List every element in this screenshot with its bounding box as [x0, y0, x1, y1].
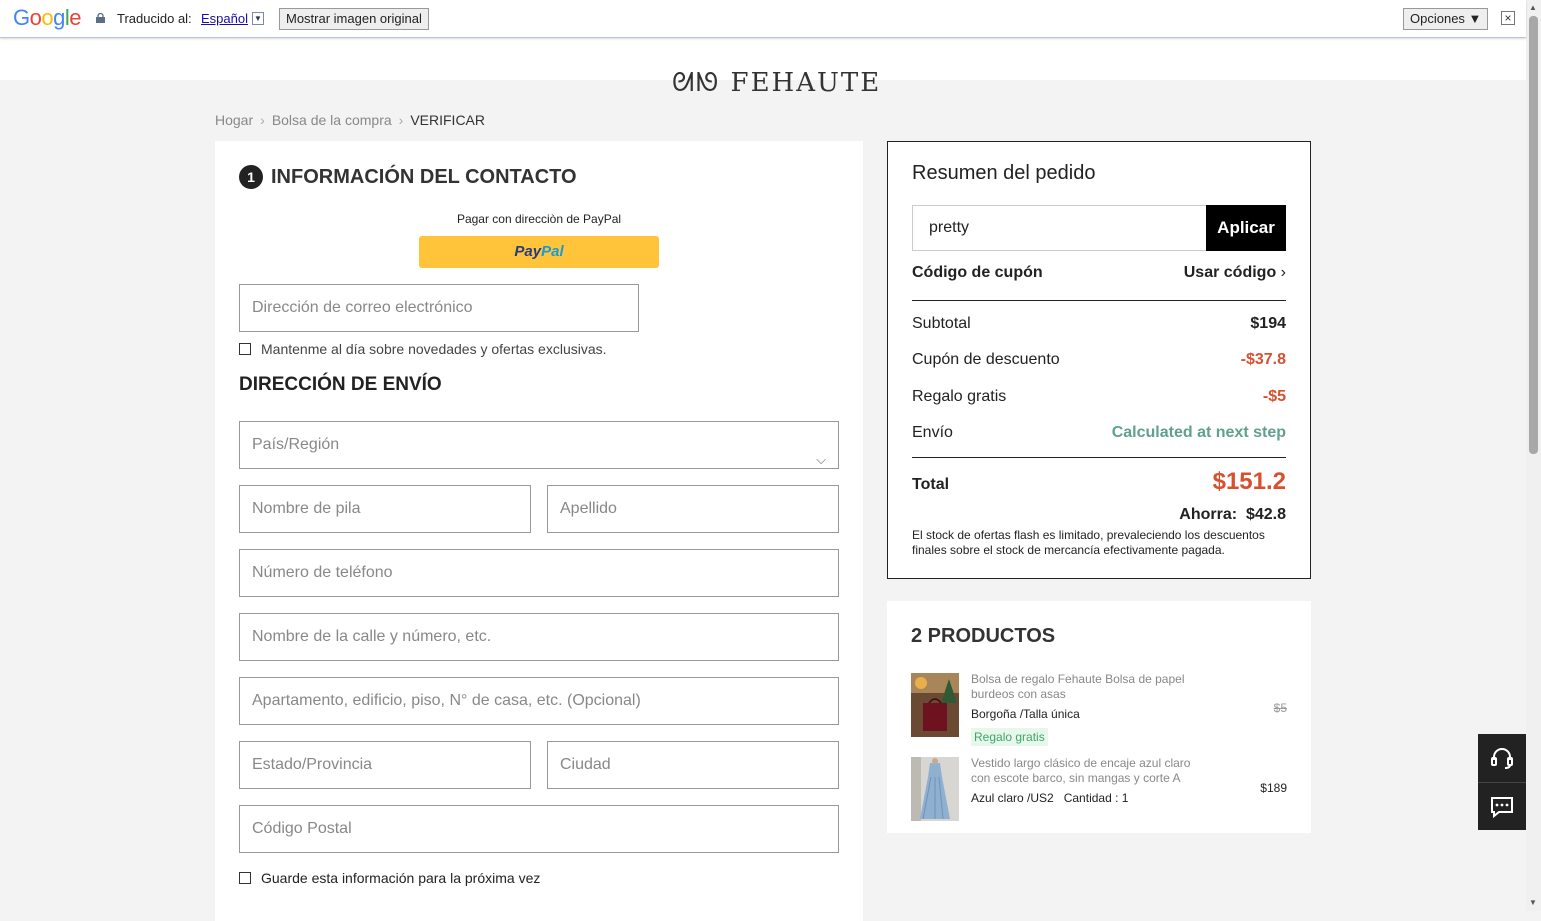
close-icon[interactable]: ×	[1501, 11, 1515, 25]
checkout-form: 1 INFORMACIÓN DEL CONTACTO Pagar con dir…	[215, 141, 863, 921]
breadcrumb-bag[interactable]: Bolsa de la compra	[272, 112, 392, 128]
summary-title: Resumen del pedido	[912, 162, 1096, 184]
save-info-checkbox[interactable]	[239, 872, 251, 884]
language-dropdown-icon[interactable]: ▼	[252, 12, 264, 25]
products-title: 2 PRODUCTOS	[911, 625, 1056, 647]
scrollbar-thumb[interactable]	[1529, 16, 1538, 454]
options-button[interactable]: Opciones ▼	[1403, 8, 1489, 30]
product-price: $5	[1273, 701, 1287, 715]
email-field[interactable]: Dirección de correo electrónico	[239, 284, 639, 332]
stock-note: El stock de ofertas flash es limitado, p…	[912, 528, 1265, 557]
street-field[interactable]: Nombre de la calle y número, etc.	[239, 613, 839, 661]
support-button[interactable]	[1478, 734, 1526, 782]
country-placeholder: País/Región	[252, 436, 340, 453]
paypal-button[interactable]: PayPal	[419, 236, 659, 268]
product-variant: Azul claro /US2 Cantidad : 1	[971, 791, 1128, 805]
use-code-label: Usar código	[1183, 264, 1277, 281]
scroll-up-icon[interactable]: ▲	[1529, 3, 1537, 12]
headset-icon	[1491, 748, 1513, 769]
coupon-label: Código de cupón	[912, 264, 1043, 281]
subtotal-label: Subtotal	[912, 315, 971, 332]
chevron-down-icon: ⌵	[816, 452, 826, 467]
shipping-label: Envío	[912, 424, 953, 441]
savings-label: Ahorra:	[1179, 506, 1238, 523]
site-logo[interactable]: ᘛᘚ FEHAUTE	[672, 68, 881, 99]
product-name[interactable]: Vestido largo clásico de encaje azul cla…	[971, 756, 1201, 786]
last-name-field[interactable]: Apellido	[547, 485, 839, 533]
site-header: ᘛᘚ FEHAUTE	[0, 38, 1526, 98]
breadcrumb-separator: ›	[260, 112, 265, 128]
shipping-value: Calculated at next step	[1111, 424, 1286, 441]
paypal-logo-pal: Pal	[541, 243, 564, 260]
free-gift-badge: Regalo gratis	[971, 728, 1048, 746]
variant-text: Azul claro /US2	[971, 791, 1054, 805]
newsletter-label: Mantenme al día sobre novedades y oferta…	[261, 341, 607, 357]
phone-field[interactable]: Número de teléfono	[239, 549, 839, 597]
chat-icon	[1491, 796, 1513, 818]
chat-button[interactable]	[1478, 782, 1526, 830]
dress-image[interactable]	[911, 757, 959, 821]
product-variant: Borgoña /Talla única	[971, 707, 1080, 721]
total-label: Total	[912, 476, 950, 493]
gift-bag-image[interactable]	[911, 673, 959, 737]
breadcrumb: Hogar › Bolsa de la compra › VERIFICAR	[215, 112, 485, 128]
total-value: $151.2	[1212, 468, 1286, 495]
divider	[912, 457, 1286, 458]
first-name-field[interactable]: Nombre de pila	[239, 485, 531, 533]
chevron-right-icon: ›	[1280, 264, 1286, 281]
savings-value: $42.8	[1245, 506, 1286, 523]
save-info-label: Guarde esta información para la próxima …	[261, 870, 541, 886]
subtotal-value: $194	[1250, 315, 1286, 332]
city-field[interactable]: Ciudad	[547, 741, 839, 789]
google-logo: Google	[13, 5, 82, 30]
show-original-button[interactable]: Mostrar imagen original	[279, 8, 429, 30]
discount-value: -$37.8	[1240, 351, 1286, 368]
lock-icon	[96, 13, 105, 23]
discount-label: Cupón de descuento	[912, 351, 1060, 368]
use-code-link[interactable]: Usar código ›	[1184, 264, 1286, 282]
breadcrumb-separator: ›	[398, 112, 404, 128]
products-panel: 2 PRODUCTOS Bolsa de regalo Fehaute Bols…	[887, 601, 1311, 833]
language-link[interactable]: Español	[201, 11, 248, 26]
divider	[912, 300, 1286, 301]
apartment-field[interactable]: Apartamento, edificio, piso, N° de casa,…	[239, 677, 839, 725]
order-summary: Resumen del pedido pretty Aplicar Código…	[887, 141, 1311, 579]
gift-value: -$5	[1262, 388, 1286, 405]
newsletter-checkbox[interactable]	[239, 343, 251, 355]
step-number: 1	[239, 165, 263, 189]
country-select[interactable]: País/Región ⌵	[239, 421, 839, 469]
product-name[interactable]: Bolsa de regalo Fehaute Bolsa de papel b…	[971, 672, 1201, 702]
coupon-input[interactable]: pretty	[912, 205, 1207, 251]
breadcrumb-home[interactable]: Hogar	[215, 112, 253, 128]
gift-label: Regalo gratis	[912, 388, 1007, 405]
zip-field[interactable]: Código Postal	[239, 805, 839, 853]
state-field[interactable]: Estado/Provincia	[239, 741, 531, 789]
breadcrumb-current: VERIFICAR	[410, 112, 486, 128]
translated-to-label: Traducido al:	[117, 11, 192, 26]
apply-button[interactable]: Aplicar	[1206, 205, 1286, 251]
paypal-logo-pay: Pay	[514, 243, 542, 260]
product-price: $189	[1260, 781, 1287, 795]
paypal-text: Pagar con direcciòn de PayPal	[456, 212, 622, 226]
shipping-title: DIRECCIÓN DE ENVÍO	[239, 374, 442, 395]
translate-bar: Google Traducido al: Español ▼ Mostrar i…	[0, 0, 1526, 38]
quantity-text: Cantidad : 1	[1063, 791, 1129, 805]
contact-title: INFORMACIÓN DEL CONTACTO	[271, 165, 577, 188]
scroll-down-icon[interactable]: ▼	[1529, 898, 1537, 907]
